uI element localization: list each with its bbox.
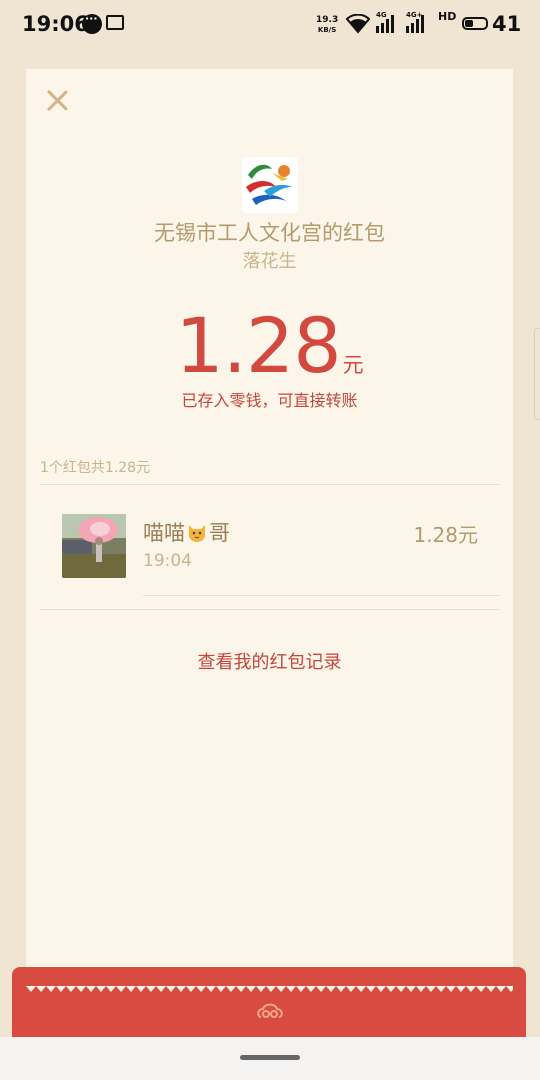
receiver-amount: 1.28元 <box>413 523 478 547</box>
amount-unit: 元 <box>342 353 364 377</box>
network-speed-value: 19.3 <box>316 15 339 25</box>
battery-icon <box>462 17 488 30</box>
status-bar: 19:06 19.3 KB/S 4G 4G+ HD 41 <box>0 0 540 42</box>
network-speed: 19.3 KB/S <box>316 15 338 35</box>
close-icon[interactable] <box>46 89 68 111</box>
row-divider <box>143 595 499 596</box>
signal2-label: 4G+ <box>406 11 423 19</box>
hd-icon: HD <box>438 10 457 23</box>
view-history-link[interactable]: 查看我的红包记录 <box>26 648 513 674</box>
envelope-summary: 1个红包共1.28元 <box>40 460 151 476</box>
receiver-name-part1: 喵喵 <box>143 521 185 545</box>
sender-subtitle: 落花生 <box>242 251 297 272</box>
receiver-name-part2: 哥 <box>209 521 230 545</box>
amount-value: 1.28 <box>175 301 341 390</box>
receiver-time: 19:04 <box>143 551 192 571</box>
network-speed-unit: KB/S <box>317 26 337 34</box>
edge-handle[interactable] <box>534 328 540 420</box>
red-envelope-detail-card: 无锡市工人文化宫的红包 落花生 1.28元 已存入零钱，可直接转账 1个红包共1… <box>26 69 513 991</box>
envelope-emblem-icon <box>257 1003 283 1018</box>
sender-title: 无锡市工人文化宫的红包 <box>154 221 385 245</box>
divider <box>40 484 499 485</box>
status-time: 19:06 <box>22 12 89 36</box>
avatar[interactable] <box>62 514 126 578</box>
chat-bubble-icon <box>82 12 102 34</box>
stored-note[interactable]: 已存入零钱，可直接转账 <box>26 387 513 411</box>
receiver-name: 喵喵 哥 <box>143 517 230 547</box>
divider <box>40 609 499 610</box>
home-gesture-handle[interactable] <box>240 1055 300 1060</box>
card-serrated-edge <box>26 986 513 996</box>
battery-level: 41 <box>492 12 522 36</box>
signal1-label: 4G <box>376 11 387 19</box>
cat-face-icon <box>189 525 205 542</box>
gallery-icon <box>106 15 124 30</box>
wifi-icon <box>346 14 370 34</box>
amount-display: 1.28元 <box>26 301 513 390</box>
workers-palace-logo <box>242 157 298 213</box>
